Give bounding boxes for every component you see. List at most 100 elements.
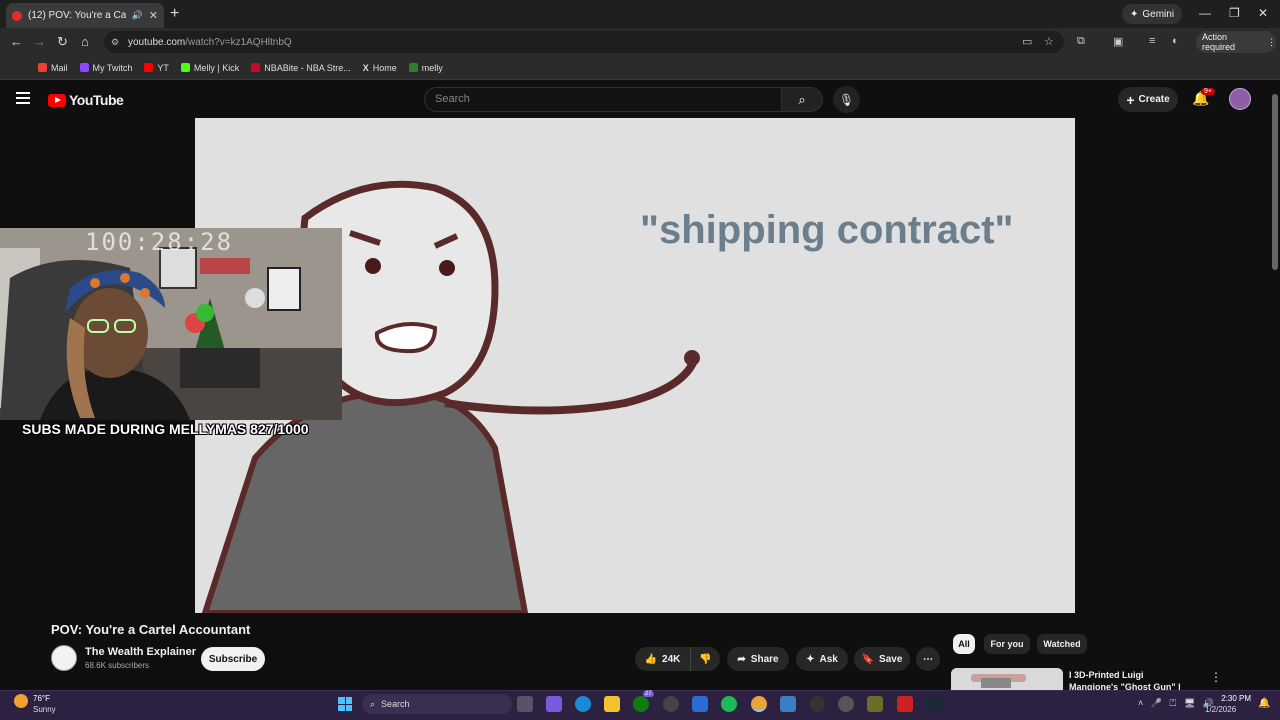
speaker-icon[interactable]: 🔊 [132,10,143,21]
create-button[interactable]: + Create [1118,87,1178,112]
back-arrow-icon[interactable]: ← [10,34,23,49]
microphone-icon: 🎙 [838,92,855,107]
melly-icon [408,63,418,72]
bookmark-melly-kick[interactable]: Melly | Kick [180,62,240,73]
recommended-video-title[interactable]: I 3D-Printed Luigi Mangione's "Ghost Gun… [1069,669,1194,690]
dislike-button[interactable]: 👎 [690,647,720,671]
mail-icon [38,63,47,72]
recommended-video-thumbnail[interactable] [951,668,1063,690]
ask-label: Ask [819,653,838,665]
start-button[interactable] [338,697,352,711]
weather-condition: Sunny [33,705,56,714]
edge-browser-icon[interactable] [575,696,591,712]
save-label: Save [879,653,903,665]
bookmark-label: Melly | Kick [193,62,240,73]
bookmark-label: melly [421,62,443,73]
bookmark-label: Mail [51,62,68,73]
address-bar[interactable]: ⚙ youtube.com/watch?v=kz1AQHltnbQ [104,31,1064,53]
tab-search-icon[interactable]: ▣ [1113,35,1123,48]
more-actions-button[interactable]: ⋯ [916,647,940,671]
thumbs-down-icon: 👎 [699,653,712,665]
clock-time[interactable]: 2:30 PM [1221,694,1251,703]
chip-watched[interactable]: Watched [1037,634,1087,654]
sun-weather-icon[interactable] [14,694,28,708]
extensions-icon[interactable]: ⧉ [1077,35,1085,48]
url-path: /watch?v=kz1AQHltnbQ [185,36,292,48]
youtube-logo-text: YouTube [69,92,124,108]
streaming-app-icon[interactable] [838,696,854,712]
twitch-icon [79,63,89,72]
notification-center-icon[interactable]: 🔔 [1258,698,1270,709]
close-window-icon[interactable]: ✕ [1258,6,1268,20]
youtube-favicon-icon [12,10,22,21]
more-vertical-icon[interactable]: ⋮ [1210,670,1222,684]
bookmark-my-twitch[interactable]: My Twitch [79,62,133,73]
bookmark-melly[interactable]: melly [408,62,443,73]
task-view-icon[interactable] [517,696,533,712]
action-required-button[interactable]: Action required ⋮ [1196,31,1276,53]
nba-icon [251,63,261,72]
profile-icon[interactable]: ◐ [1172,35,1179,47]
file-explorer-icon[interactable] [604,696,620,712]
spotify-icon[interactable] [721,696,737,712]
close-tab-icon[interactable]: ✕ [149,9,158,22]
search-button[interactable]: ⌕ [781,87,823,112]
gemini-button[interactable]: ✦ Gemini [1122,4,1183,24]
new-tab-button[interactable]: + [170,5,179,23]
share-button[interactable]: ➦ Share [727,647,789,671]
video-caption-text: "shipping contract" [640,208,1014,252]
chatgpt-icon[interactable] [663,696,679,712]
chip-for-you[interactable]: For you [984,634,1030,654]
bookmarks-bar: Mail My Twitch YT Melly | Kick NBABite -… [0,56,1280,80]
gemini-label: Gemini [1142,8,1175,20]
media-player-icon[interactable] [809,696,825,712]
bookmark-nbabite[interactable]: NBABite - NBA Stre... [251,63,351,73]
ask-button[interactable]: ✦ Ask [796,647,848,671]
photos-icon[interactable] [780,696,796,712]
bookmark-yt[interactable]: YT [144,63,169,73]
channel-name[interactable]: The Wealth Explainer [85,646,196,658]
chrome-icon[interactable] [751,696,767,712]
bookmark-home[interactable]: X Home [363,63,397,73]
channel-avatar[interactable] [51,645,77,671]
site-info-icon[interactable]: ⚙ [111,37,119,48]
bookmark-mail[interactable]: Mail [38,63,68,73]
subscribe-button[interactable]: Subscribe [201,647,265,671]
taskbar-search[interactable]: ⌕ Search [362,694,512,714]
app-icon[interactable] [867,696,883,712]
steam-icon[interactable] [926,696,942,712]
user-avatar[interactable] [1229,88,1251,110]
menu-hamburger-icon[interactable] [16,92,30,104]
youtube-masthead: YouTube Search ⌕ 🎙 + Create 🔔 [0,80,1280,118]
chip-all[interactable]: All [953,634,975,654]
media-control-icon[interactable]: ≡ [1149,35,1155,47]
search-input[interactable]: Search [424,87,782,112]
x-logo-icon: X [362,62,369,73]
xbox-icon[interactable] [633,696,649,712]
like-button[interactable]: 👍 24K [635,647,690,671]
red-app-icon[interactable] [897,696,913,712]
youtube-logo[interactable]: YouTube [48,92,124,108]
notification-badge: 9+ [1201,88,1215,95]
store-icon[interactable] [692,696,708,712]
cast-icon[interactable]: ▭ [1022,35,1032,48]
channel-subscriber-count: 68.6K subscribers [85,661,150,670]
reload-icon[interactable]: ↻ [57,34,68,50]
clock-date[interactable]: 1/2/2026 [1205,705,1236,714]
voice-search-button[interactable]: 🎙 [833,86,860,113]
scrollbar-thumb[interactable] [1272,94,1278,270]
home-icon[interactable]: ⌂ [81,34,89,49]
taskbar-search-label: Search [381,699,410,709]
system-tray[interactable]: ˄ 🎤 ⏍ 🖥 🔊 [1138,698,1214,709]
copilot-icon[interactable] [546,696,562,712]
share-label: Share [750,653,779,665]
browser-tab[interactable]: (12) POV: You're a Cartel Ac 🔊 ✕ [6,3,164,28]
weather-temperature: 76°F [33,694,50,703]
minimize-icon[interactable]: — [1199,6,1211,20]
bookmark-label: My Twitch [92,62,133,73]
save-button[interactable]: 🔖 Save [854,647,910,671]
page-scrollbar[interactable] [1270,82,1280,690]
bookmark-star-icon[interactable]: ☆ [1044,35,1054,48]
maximize-icon[interactable]: ❐ [1229,6,1240,20]
forward-arrow-icon[interactable]: → [33,34,46,49]
